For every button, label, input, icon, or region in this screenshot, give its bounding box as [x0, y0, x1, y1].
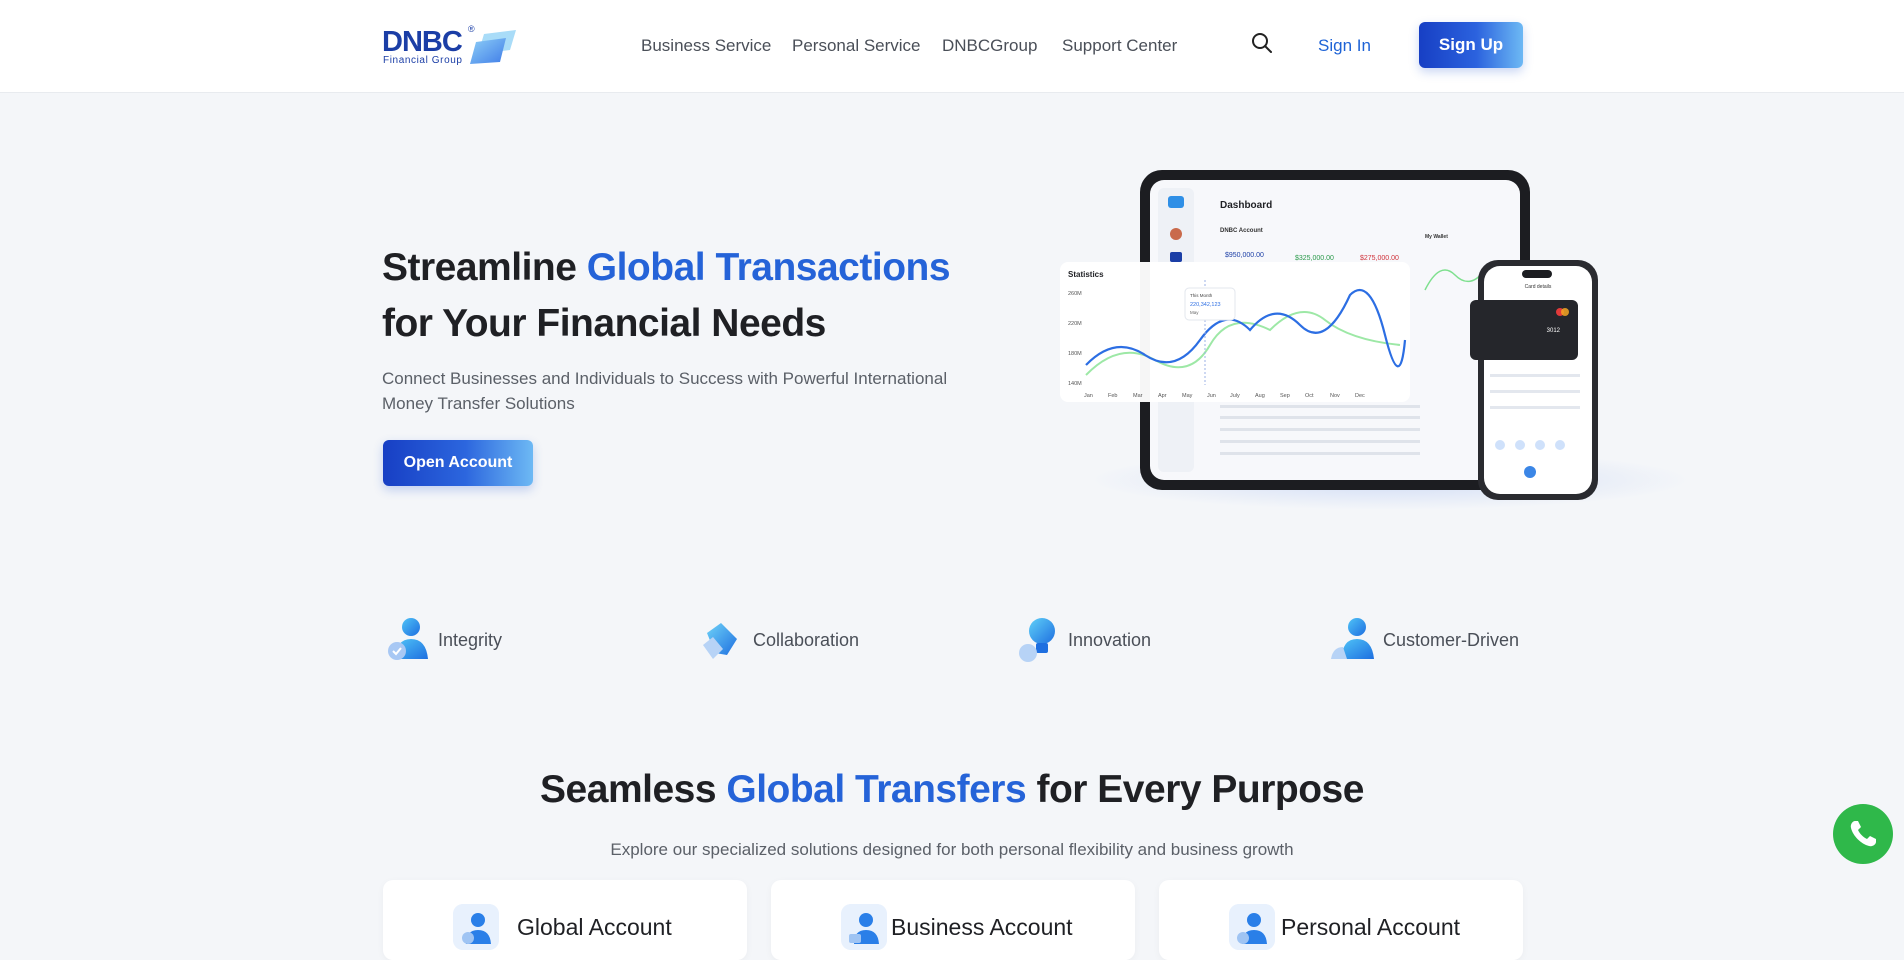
x-tick: May [1182, 393, 1193, 399]
dashboard-title: Dashboard [1220, 200, 1272, 211]
value-label: Customer-Driven [1383, 629, 1520, 650]
card-digits: 3012 [1547, 328, 1561, 334]
dnbc-logo[interactable]: DNBC ® Financial Group [382, 24, 524, 68]
hero-title-highlight: Global Transactions [586, 246, 951, 289]
nav-personal-service[interactable]: Personal Service [792, 36, 921, 56]
hero-title-part1: Streamline [382, 246, 587, 289]
value-label: Integrity [438, 629, 503, 650]
y-tick: 180M [1068, 351, 1082, 357]
whatsapp-chat-button[interactable] [1833, 804, 1893, 864]
y-tick: 260M [1068, 291, 1082, 297]
personal-account-icon [1229, 904, 1275, 950]
section-title-part1: Seamless [540, 768, 727, 811]
sign-in-link[interactable]: Sign In [1318, 36, 1371, 56]
innovation-icon [1019, 618, 1055, 662]
x-tick: Jun [1207, 393, 1216, 399]
nav-dnbcgroup[interactable]: DNBCGroup [942, 36, 1037, 56]
y-tick: 220M [1068, 321, 1082, 327]
balance-1: $950,000.00 [1225, 252, 1264, 259]
section-title-part2: for Every Purpose [1026, 768, 1364, 811]
hero-title-part2: for Your Financial Needs [382, 302, 826, 345]
balance-3: $275,000.00 [1360, 255, 1399, 262]
global-account-icon [453, 904, 499, 950]
x-tick: Aug [1255, 393, 1265, 399]
customer-driven-icon [1331, 618, 1374, 659]
nav-business-service[interactable]: Business Service [641, 36, 771, 56]
section-title-highlight: Global Transfers [726, 768, 1027, 811]
phone-icon [1850, 821, 1876, 847]
x-tick: July [1230, 393, 1240, 399]
x-tick: Apr [1158, 393, 1167, 399]
hero-subtitle: Connect Businesses and Individuals to Su… [382, 369, 948, 413]
values-row: Integrity Collaboration Innovation Custo… [0, 615, 1904, 675]
section-title: Seamless Global Transfers for Every Purp… [0, 768, 1904, 812]
value-innovation: Innovation [1012, 615, 1151, 665]
collaboration-icon [703, 623, 737, 659]
x-tick: Mar [1133, 393, 1143, 399]
business-account-icon [841, 904, 887, 950]
statistics-title: Statistics [1068, 270, 1104, 279]
tooltip-value: 220,342,123 [1190, 302, 1221, 308]
logo-tagline: Financial Group [383, 55, 463, 66]
hero-title: Streamline Global Transactions for Your … [382, 240, 951, 352]
x-tick: Nov [1330, 393, 1340, 399]
value-collaboration: Collaboration [697, 615, 859, 665]
section-subtitle: Explore our specialized solutions design… [610, 840, 1294, 859]
business-account-card[interactable]: Business Account [771, 880, 1135, 960]
value-integrity: Integrity [382, 615, 502, 665]
logo-mark-icon [470, 30, 516, 64]
value-label: Collaboration [753, 629, 860, 650]
account-label: DNBC Account [1220, 228, 1263, 234]
x-tick: Jan [1084, 393, 1093, 399]
device-mockup: Dashboard DNBC Account $950,000.00 $325,… [1060, 160, 1720, 520]
global-account-card[interactable]: Global Account [383, 880, 747, 960]
card-title: Personal Account [1281, 914, 1461, 940]
x-tick: Oct [1305, 393, 1314, 399]
integrity-icon [388, 618, 428, 660]
tooltip-period: May [1190, 310, 1199, 315]
value-label: Innovation [1068, 629, 1152, 650]
x-tick: Sep [1280, 393, 1290, 399]
x-tick: Dec [1355, 393, 1365, 399]
value-customer-driven: Customer-Driven [1327, 615, 1519, 665]
phone-title: Card details [1525, 284, 1552, 290]
card-title: Business Account [891, 914, 1073, 940]
sign-up-button[interactable]: Sign Up [1419, 22, 1523, 68]
open-account-button[interactable]: Open Account [383, 440, 533, 486]
y-tick: 140M [1068, 381, 1082, 387]
dashboard-illustration: Dashboard DNBC Account $950,000.00 $325,… [1060, 170, 1690, 510]
search-icon[interactable] [1251, 32, 1273, 54]
tooltip-label: This Month [1190, 293, 1213, 298]
balance-2: $325,000.00 [1295, 255, 1334, 262]
nav-support-center[interactable]: Support Center [1062, 36, 1177, 56]
x-tick: Feb [1108, 393, 1117, 399]
card-title: Global Account [517, 914, 672, 940]
site-header: DNBC ® Financial Group Business Service … [0, 0, 1904, 93]
personal-account-card[interactable]: Personal Account [1159, 880, 1523, 960]
wallet-title: My Wallet [1425, 234, 1448, 240]
